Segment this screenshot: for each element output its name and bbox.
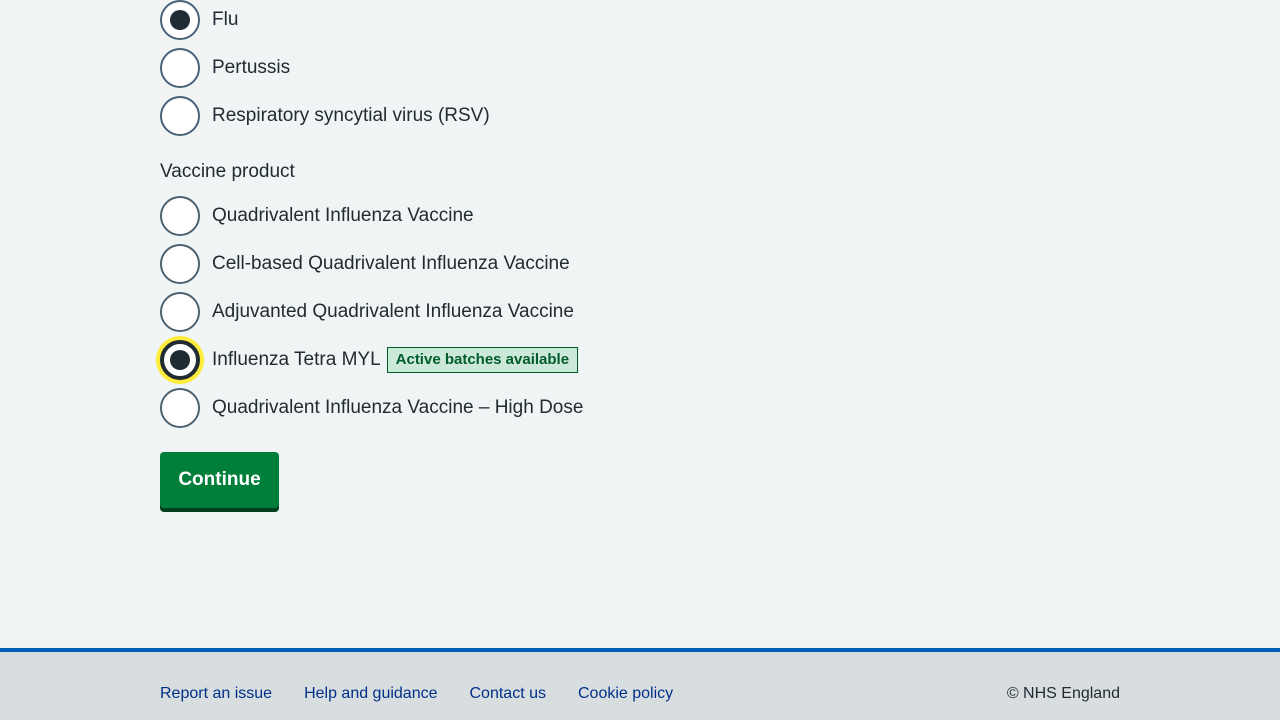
radio-option-quadrivalent[interactable]: Quadrivalent Influenza Vaccine	[160, 196, 474, 236]
radio-button-adjuvanted[interactable]	[160, 292, 200, 332]
footer-links: Report an issue Help and guidance Contac…	[160, 685, 705, 703]
footer-link-report-issue[interactable]: Report an issue	[160, 685, 272, 703]
radio-label-adjuvanted: Adjuvanted Quadrivalent Influenza Vaccin…	[212, 301, 574, 322]
radio-label-flu: Flu	[212, 9, 239, 30]
radio-option-high-dose[interactable]: Quadrivalent Influenza Vaccine – High Do…	[160, 388, 583, 428]
radio-label-pertussis: Pertussis	[212, 57, 291, 78]
radio-label-text: Influenza Tetra MYL	[212, 349, 381, 370]
radio-option-influenza-tetra-myl[interactable]: Influenza Tetra MYL Active batches avail…	[160, 340, 579, 380]
radio-label-cell-based: Cell-based Quadrivalent Influenza Vaccin…	[212, 253, 570, 274]
radio-option-pertussis[interactable]: Pertussis	[160, 48, 290, 88]
radio-button-influenza-tetra-myl[interactable]	[160, 340, 200, 380]
radio-button-pertussis[interactable]	[160, 48, 200, 88]
footer-link-contact-us[interactable]: Contact us	[470, 685, 546, 703]
radio-option-flu[interactable]: Flu	[160, 0, 238, 40]
radio-button-rsv[interactable]	[160, 96, 200, 136]
footer-link-cookie-policy[interactable]: Cookie policy	[578, 685, 673, 703]
radio-button-cell-based[interactable]	[160, 244, 200, 284]
radio-option-rsv[interactable]: Respiratory syncytial virus (RSV)	[160, 96, 490, 136]
radio-label-influenza-tetra-myl: Influenza Tetra MYL Active batches avail…	[212, 347, 579, 373]
radio-label-quadrivalent: Quadrivalent Influenza Vaccine	[212, 205, 474, 226]
radio-option-adjuvanted[interactable]: Adjuvanted Quadrivalent Influenza Vaccin…	[160, 292, 574, 332]
active-batches-tag: Active batches available	[386, 347, 579, 373]
radio-button-flu[interactable]	[160, 0, 200, 40]
footer: Report an issue Help and guidance Contac…	[0, 648, 1280, 720]
radio-option-cell-based[interactable]: Cell-based Quadrivalent Influenza Vaccin…	[160, 244, 570, 284]
radio-label-high-dose: Quadrivalent Influenza Vaccine – High Do…	[212, 397, 584, 418]
radio-label-rsv: Respiratory syncytial virus (RSV)	[212, 105, 490, 126]
copyright: © NHS England	[1006, 685, 1120, 702]
footer-link-help-guidance[interactable]: Help and guidance	[304, 685, 437, 703]
radio-button-high-dose[interactable]	[160, 388, 200, 428]
continue-button[interactable]: Continue	[160, 452, 279, 508]
radio-button-quadrivalent[interactable]	[160, 196, 200, 236]
vaccine-product-legend: Vaccine product	[160, 161, 295, 182]
